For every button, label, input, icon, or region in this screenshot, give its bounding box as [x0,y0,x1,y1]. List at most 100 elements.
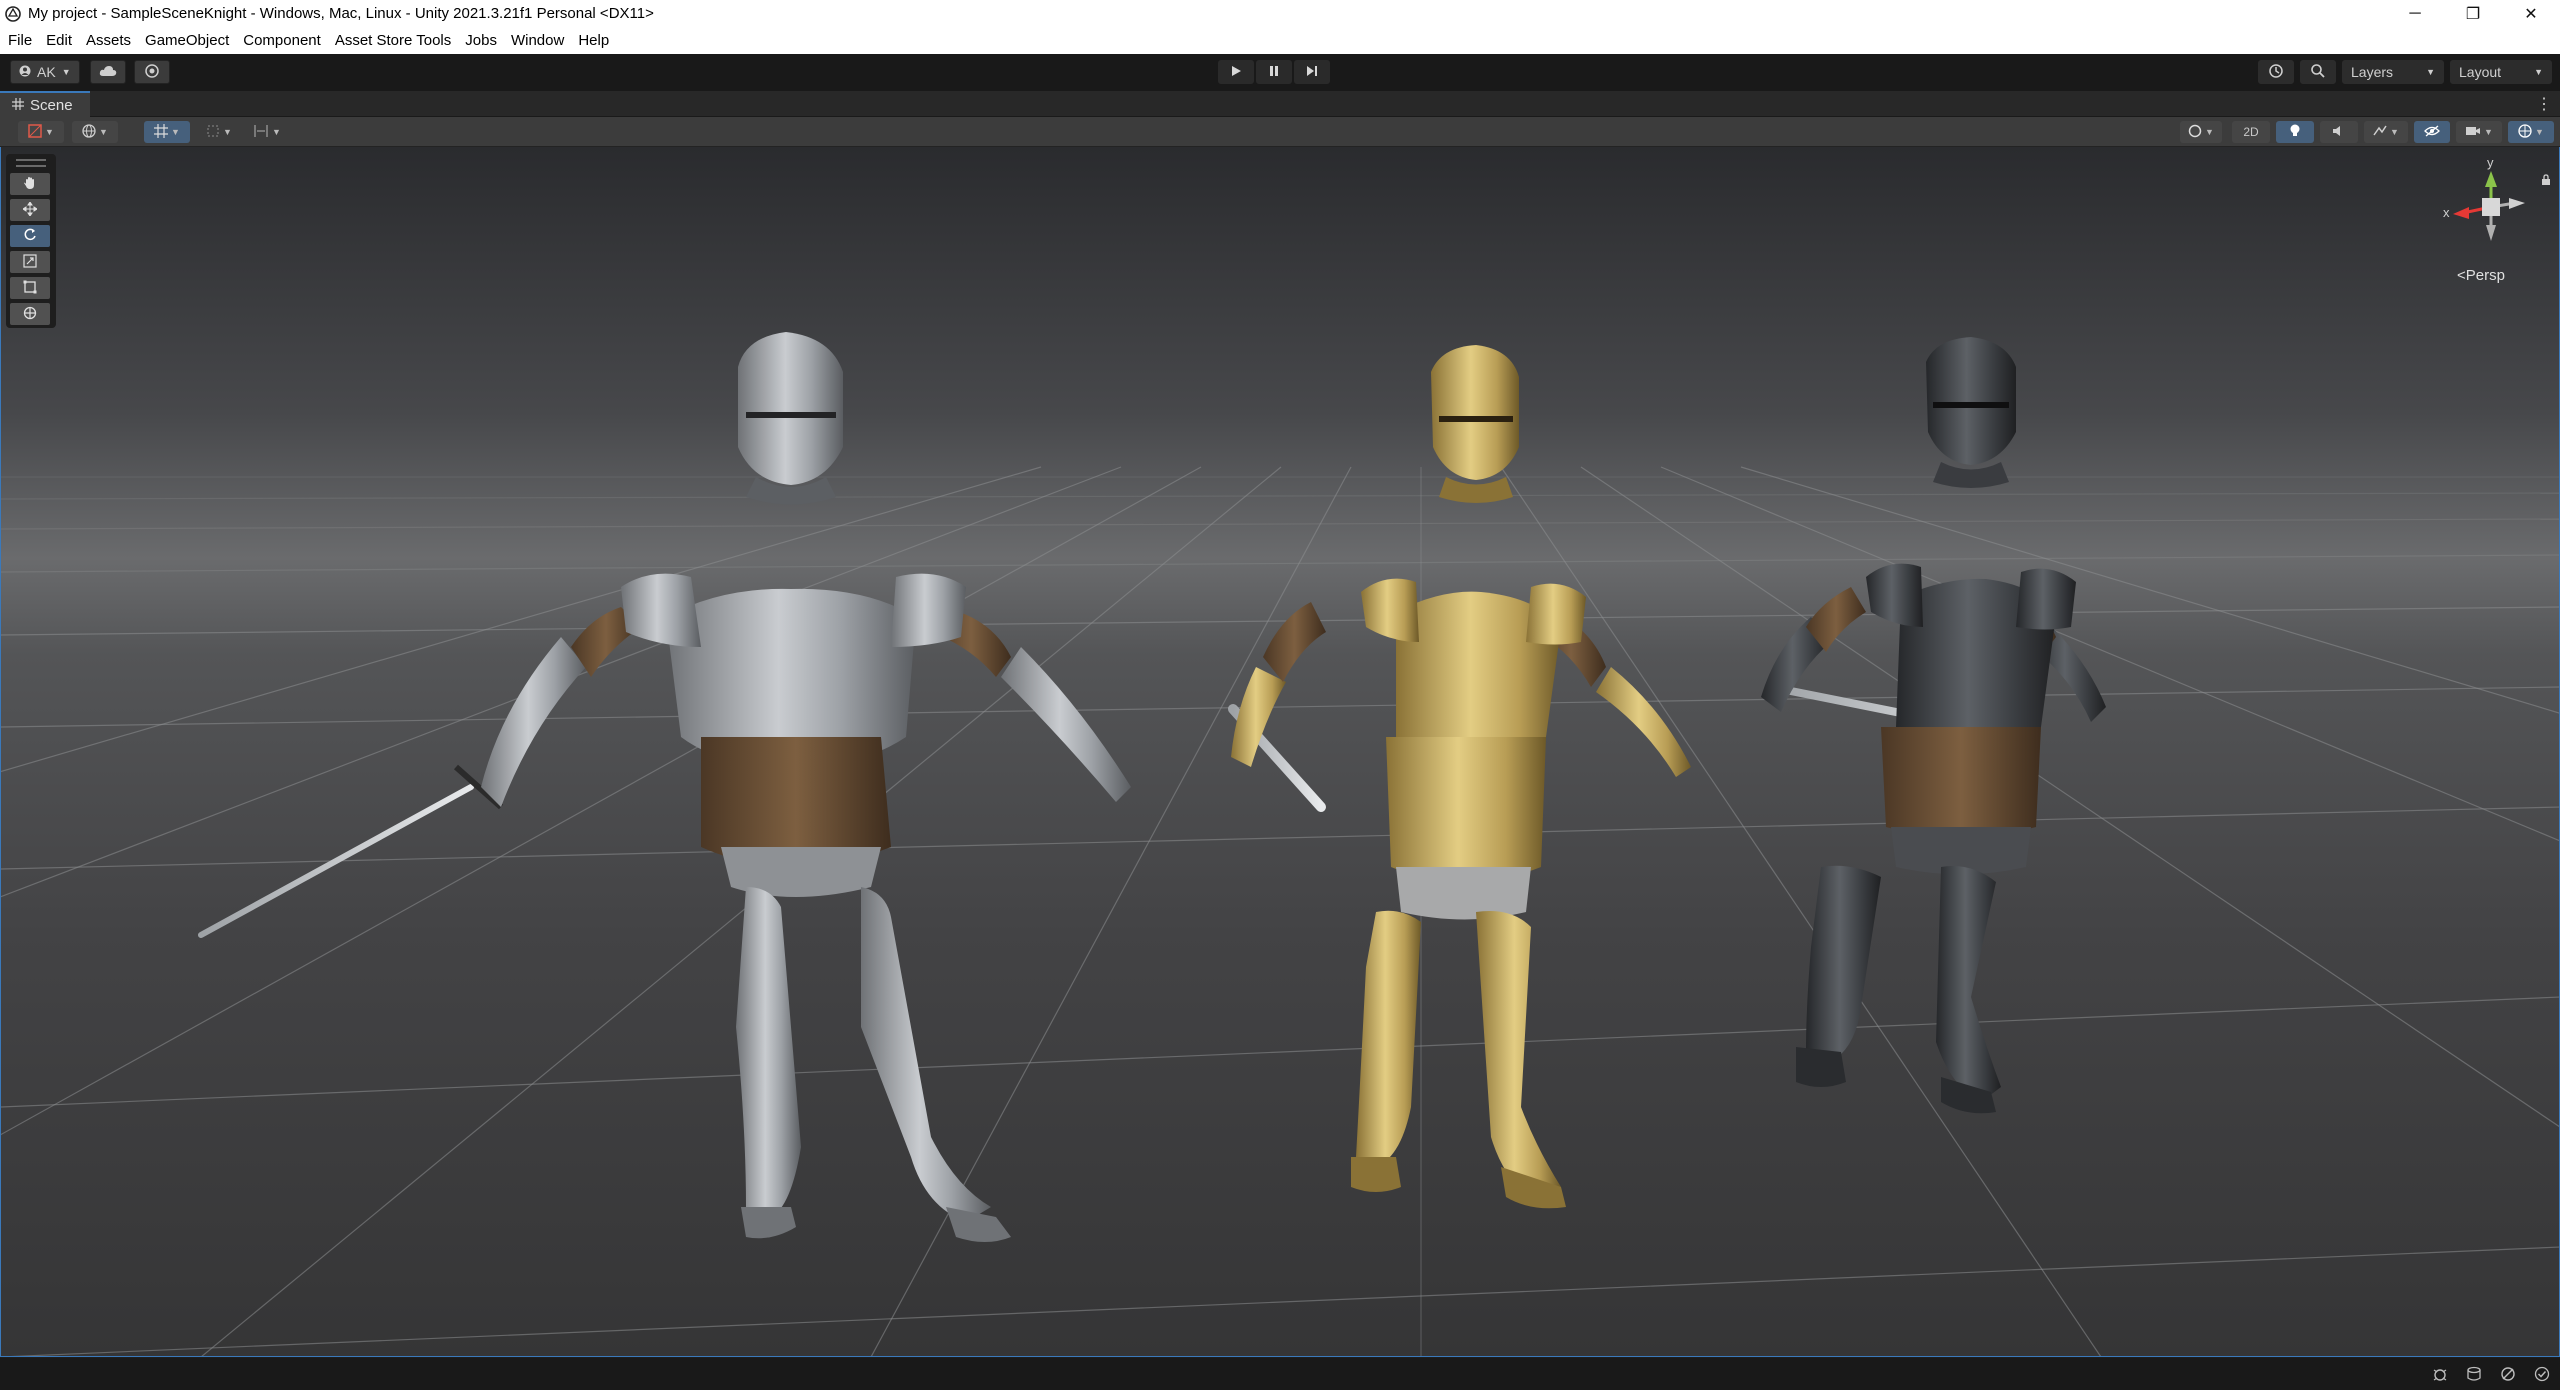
draw-mode-icon [28,123,42,141]
chevron-down-icon: ▼ [171,127,180,137]
gizmo-globe-icon [2518,123,2532,141]
chevron-down-icon: ▼ [99,127,108,137]
history-icon [2268,63,2284,82]
account-icon [19,64,31,80]
hand-icon [23,176,37,193]
check-icon[interactable] [2532,1364,2552,1384]
globe-icon [82,123,96,141]
chevron-down-icon: ▼ [2484,127,2493,137]
window-title: My project - SampleSceneKnight - Windows… [28,5,654,22]
chevron-down-icon: ▼ [2534,67,2543,77]
mode-2d-toggle[interactable]: 2D [2232,121,2270,143]
rect-transform-icon [23,280,37,297]
chevron-down-icon: ▼ [61,67,71,77]
transform-tool-button[interactable] [10,303,50,325]
account-label: AK [37,64,56,80]
rotate-icon [23,228,37,245]
move-arrows-icon [22,200,38,219]
pause-button[interactable] [1256,60,1292,84]
projection-toggle[interactable]: <Persp [2457,267,2505,284]
lock-icon[interactable] [2541,173,2551,191]
scene-viewport[interactable]: y x <Persp [0,147,2560,1357]
menu-window[interactable]: Window [505,27,570,54]
scene-visibility-toggle[interactable] [2414,121,2450,143]
bug-icon[interactable] [2498,1364,2518,1384]
menu-component[interactable]: Component [237,27,327,54]
rect-tool-button[interactable] [10,277,50,299]
move-tool-button[interactable] [10,199,50,221]
cache-icon[interactable] [2464,1364,2484,1384]
menu-edit[interactable]: Edit [40,27,78,54]
hand-tool-button[interactable] [10,173,50,195]
collab-icon [144,63,160,82]
transform-icon [23,306,37,323]
scale-tool-button[interactable] [10,251,50,273]
increment-snap-dropdown[interactable]: ▼ [196,121,242,143]
playback-controls [1218,60,1330,84]
grid-snapping-dropdown[interactable]: ▼ [144,121,190,143]
menu-asset-store-tools[interactable]: Asset Store Tools [329,27,457,54]
scene-toolbar: ▼ ▼ ▼ ▼ ▼ ▼ 2D ▼ ▼ ▼ [0,117,2560,147]
cloud-icon [99,64,117,80]
play-button[interactable] [1218,60,1254,84]
tab-scene-label: Scene [30,96,73,114]
menu-jobs[interactable]: Jobs [459,27,503,54]
chevron-down-icon: ▼ [2535,127,2544,137]
chevron-down-icon: ▼ [45,127,54,137]
minimize-button[interactable]: ─ [2386,0,2444,27]
account-dropdown[interactable]: AK ▼ [10,60,80,84]
shading-mode-dropdown[interactable]: ▼ [2180,121,2222,143]
status-bar [0,1358,2560,1390]
align-icon [253,124,269,141]
global-toggle-dropdown[interactable]: ▼ [72,121,118,143]
layers-dropdown[interactable]: Layers ▼ [2342,60,2444,84]
kebab-menu-icon[interactable]: ⋮ [2536,94,2552,114]
layout-label: Layout [2459,64,2502,80]
step-button[interactable] [1294,60,1330,84]
cloud-button[interactable] [90,60,126,84]
snap-increment-icon [206,124,220,141]
chevron-down-icon: ▼ [223,127,232,137]
layout-dropdown[interactable]: Layout ▼ [2450,60,2552,84]
scene-tab-bar: Scene ⋮ [0,91,2560,117]
speaker-icon [2332,124,2346,141]
unity-editor-window: My project - SampleSceneKnight - Windows… [0,0,2560,1390]
camera-settings-dropdown[interactable]: ▼ [2456,121,2502,143]
chevron-down-icon: ▼ [2390,127,2399,137]
title-bar: My project - SampleSceneKnight - Windows… [0,0,2560,27]
sphere-icon [2188,124,2202,141]
grid-icon [12,97,24,114]
main-toolbar: AK ▼ Layers ▼ Layout ▼ [0,54,2560,91]
collab-button[interactable] [134,60,170,84]
chevron-down-icon: ▼ [2205,127,2214,137]
menu-file[interactable]: File [0,27,38,54]
tab-scene[interactable]: Scene [0,91,90,117]
draw-mode-dropdown[interactable]: ▼ [18,121,64,143]
overlay-grip-handle[interactable] [16,159,46,167]
undo-history-button[interactable] [2258,60,2294,84]
align-tools-dropdown[interactable]: ▼ [244,121,290,143]
menu-gameobject[interactable]: GameObject [139,27,235,54]
grid-snap-icon [154,123,169,141]
effects-icon [2373,124,2387,141]
gizmo-y-label: y [2487,155,2494,170]
menu-help[interactable]: Help [572,27,615,54]
lighting-toggle[interactable] [2276,121,2314,143]
restore-button[interactable]: ❐ [2444,0,2502,27]
layers-label: Layers [2351,64,2394,80]
camera-icon [2465,125,2481,140]
chevron-down-icon: ▼ [2426,67,2435,77]
unity-logo-icon [4,5,22,23]
scale-icon [23,253,37,271]
effects-dropdown[interactable]: ▼ [2364,121,2408,143]
audio-toggle[interactable] [2320,121,2358,143]
menu-bar: File Edit Assets GameObject Component As… [0,27,2560,54]
gizmos-dropdown[interactable]: ▼ [2508,121,2554,143]
menu-assets[interactable]: Assets [80,27,137,54]
debug-icon[interactable] [2430,1364,2450,1384]
search-button[interactable] [2300,60,2336,84]
close-button[interactable]: ✕ [2502,0,2560,27]
step-icon [1306,64,1318,80]
window-controls: ─ ❐ ✕ [2386,0,2560,27]
rotate-tool-button[interactable] [10,225,50,247]
